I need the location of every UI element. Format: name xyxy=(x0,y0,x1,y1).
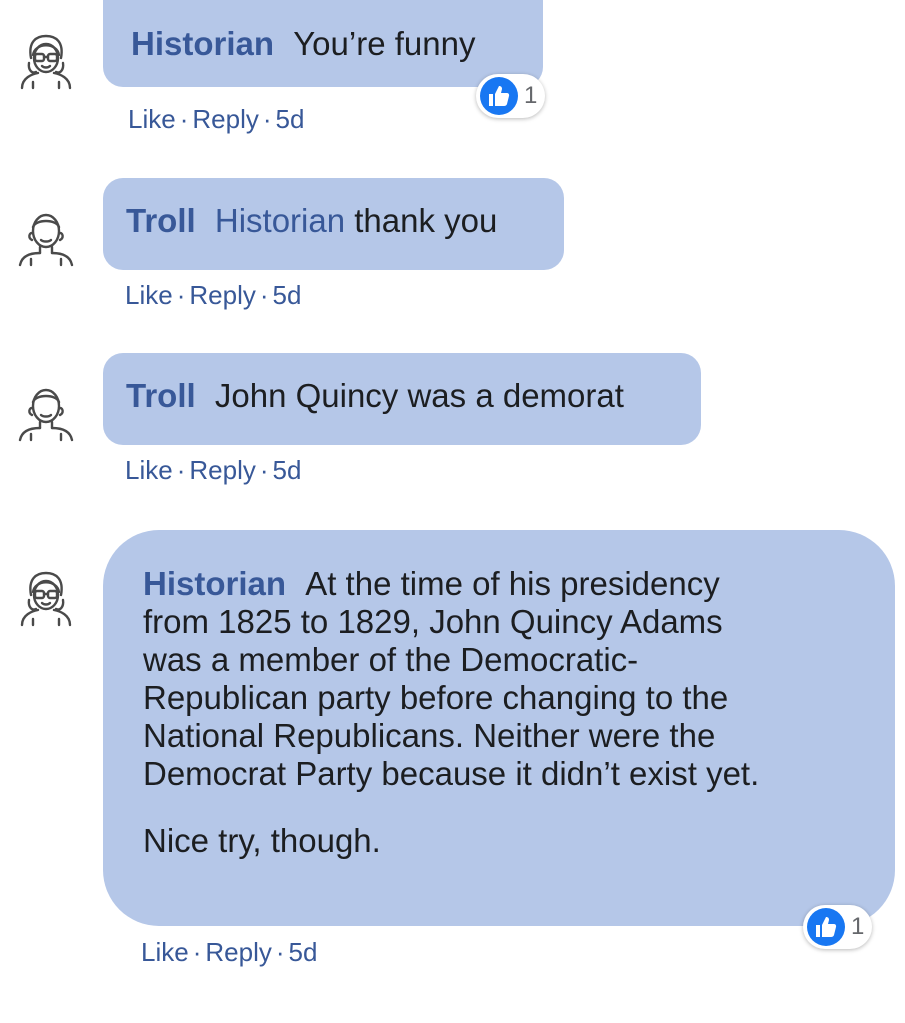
thumbs-up-icon xyxy=(480,77,518,115)
comment-text: At the time of his presidency xyxy=(305,565,720,602)
timestamp[interactable]: 5d xyxy=(273,280,302,310)
reaction-badge[interactable]: 1 xyxy=(476,74,546,118)
avatar-historian[interactable] xyxy=(14,565,78,629)
comment-closing-line: Nice try, though. xyxy=(143,822,381,859)
comment-text: John Quincy was a demorat xyxy=(214,377,624,414)
reaction-badge[interactable]: 1 xyxy=(803,905,873,949)
comment-text-line: Troll Historian thank you xyxy=(126,202,564,240)
comment-author[interactable]: Troll xyxy=(126,202,196,239)
comment-actions: Like · Reply · 5d xyxy=(128,104,304,134)
reply-link[interactable]: Reply xyxy=(192,104,258,134)
comment-actions: Like · Reply · 5d xyxy=(125,280,301,310)
comment-text-line: National Republicans. Neither were the xyxy=(143,717,716,754)
comment-author[interactable]: Troll xyxy=(126,377,196,414)
separator: · xyxy=(275,937,285,967)
comment-text-line: from 1825 to 1829, John Quincy Adams xyxy=(143,603,723,640)
comment-actions: Like · Reply · 5d xyxy=(125,455,301,485)
man-avatar-icon xyxy=(18,388,74,442)
reaction-count: 1 xyxy=(851,913,865,940)
comment-bubble: Historian At the time of his presidency … xyxy=(103,530,895,926)
comment-bubble: Troll John Quincy was a demorat xyxy=(103,353,701,445)
avatar-troll[interactable] xyxy=(14,203,78,267)
comment-body: Historian At the time of his presidency … xyxy=(143,565,895,793)
separator: · xyxy=(259,455,269,485)
reply-link[interactable]: Reply xyxy=(189,455,255,485)
woman-glasses-avatar-icon xyxy=(20,571,72,627)
timestamp[interactable]: 5d xyxy=(289,937,318,967)
comment-text: thank you xyxy=(354,202,498,239)
thumbs-up-icon xyxy=(807,908,845,946)
comment-author[interactable]: Historian xyxy=(131,25,274,62)
like-link[interactable]: Like xyxy=(141,937,189,967)
comment-text-line: Historian At the time of his presidency xyxy=(143,565,895,603)
man-avatar-icon xyxy=(18,213,74,267)
avatar-troll[interactable] xyxy=(14,378,78,442)
separator: · xyxy=(179,104,189,134)
mention-link[interactable]: Historian xyxy=(215,202,345,239)
separator: · xyxy=(262,104,272,134)
comment-bubble: Troll Historian thank you xyxy=(103,178,564,270)
comment-actions: Like · Reply · 5d xyxy=(141,937,317,967)
like-link[interactable]: Like xyxy=(125,455,173,485)
comment-text-line: was a member of the Democratic- xyxy=(143,641,639,678)
reply-link[interactable]: Reply xyxy=(205,937,271,967)
like-link[interactable]: Like xyxy=(128,104,176,134)
comment-text-line: Democrat Party because it didn’t exist y… xyxy=(143,755,760,792)
comment-text-line: Troll John Quincy was a demorat xyxy=(126,377,701,415)
comment-text-line: Historian You’re funny xyxy=(131,25,543,63)
reply-link[interactable]: Reply xyxy=(189,280,255,310)
reaction-count: 1 xyxy=(524,82,538,109)
avatar-historian[interactable] xyxy=(14,28,78,92)
separator: · xyxy=(192,937,202,967)
timestamp[interactable]: 5d xyxy=(276,104,305,134)
comment-text: You’re funny xyxy=(293,25,476,62)
timestamp[interactable]: 5d xyxy=(273,455,302,485)
comment-text-line: Republican party before changing to the xyxy=(143,679,729,716)
comment-author[interactable]: Historian xyxy=(143,565,286,602)
separator: · xyxy=(176,455,186,485)
woman-glasses-avatar-icon xyxy=(20,34,72,90)
separator: · xyxy=(176,280,186,310)
comment-bubble: Historian You’re funny xyxy=(103,0,543,87)
separator: · xyxy=(259,280,269,310)
like-link[interactable]: Like xyxy=(125,280,173,310)
